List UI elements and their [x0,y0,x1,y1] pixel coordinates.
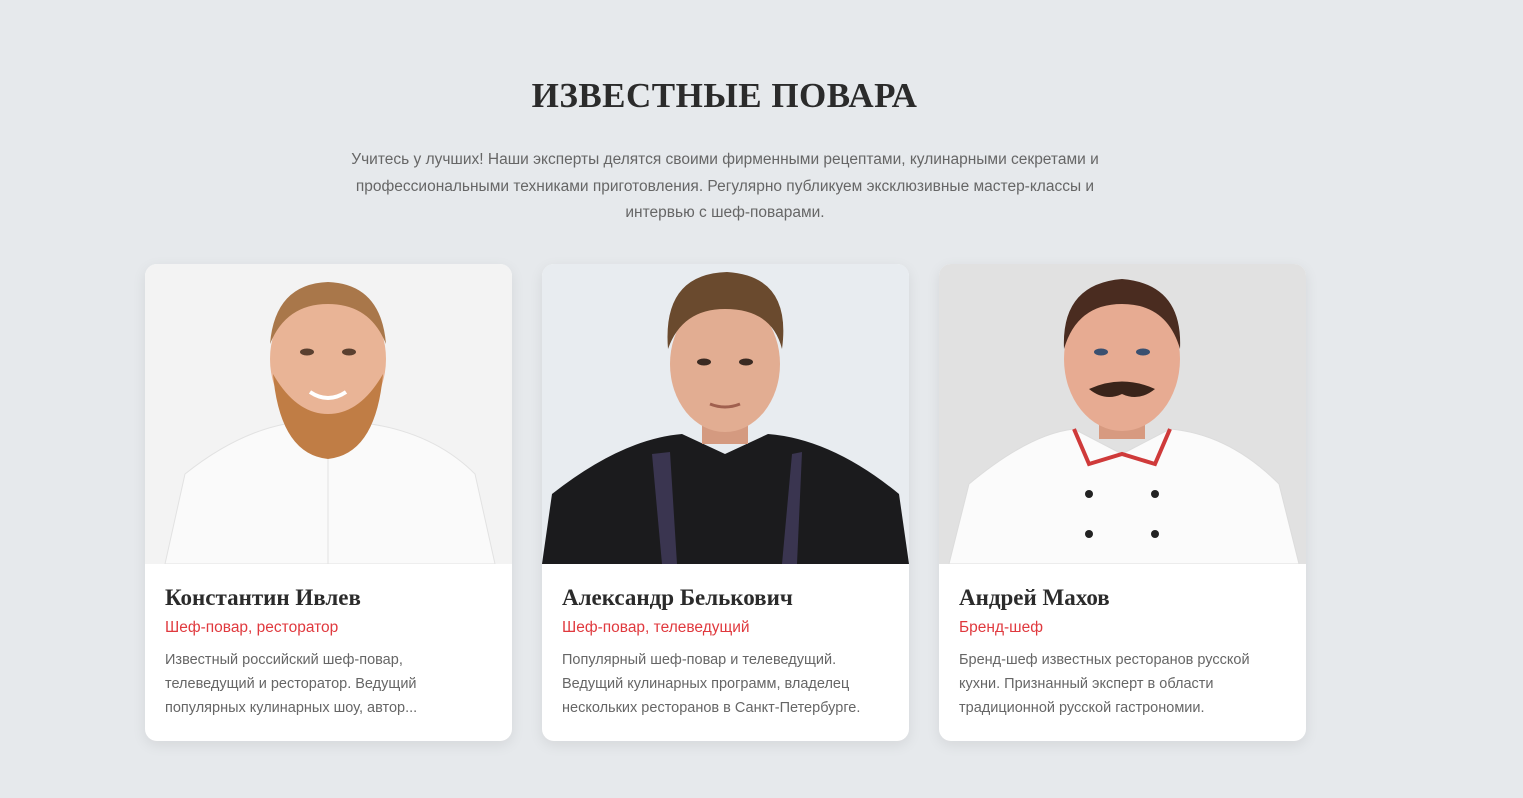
chef-name[interactable]: Александр Белькович [562,584,889,612]
chef-card[interactable]: Андрей Махов Бренд-шеф Бренд-шеф известн… [939,264,1306,741]
chef-name[interactable]: Константин Ивлев [165,584,492,612]
chef-photo [542,264,909,564]
chef-name[interactable]: Андрей Махов [959,584,1286,612]
section-title: ИЗВЕСТНЫЕ ПОВАРА [531,76,918,115]
chef-role: Шеф-повар, ресторатор [165,619,339,636]
chef-cards: Константин Ивлев Шеф-повар, ресторатор И… [145,264,1306,741]
chef-card[interactable]: Константин Ивлев Шеф-повар, ресторатор И… [145,264,512,741]
chef-description: Популярный шеф-повар и телеведущий. Веду… [562,652,861,716]
chef-role: Шеф-повар, телеведущий [562,619,750,636]
chef-card[interactable]: Александр Белькович Шеф-повар, телеведущ… [542,264,909,741]
section-intro: Учитесь у лучших! Наши эксперты делятся … [351,151,1099,221]
chef-role: Бренд-шеф [959,619,1043,636]
chef-photo [145,264,512,564]
chef-description: Известный российский шеф-повар, телеведу… [165,652,418,716]
chef-photo [939,264,1306,564]
chef-description: Бренд-шеф известных ресторанов русской к… [959,652,1250,716]
